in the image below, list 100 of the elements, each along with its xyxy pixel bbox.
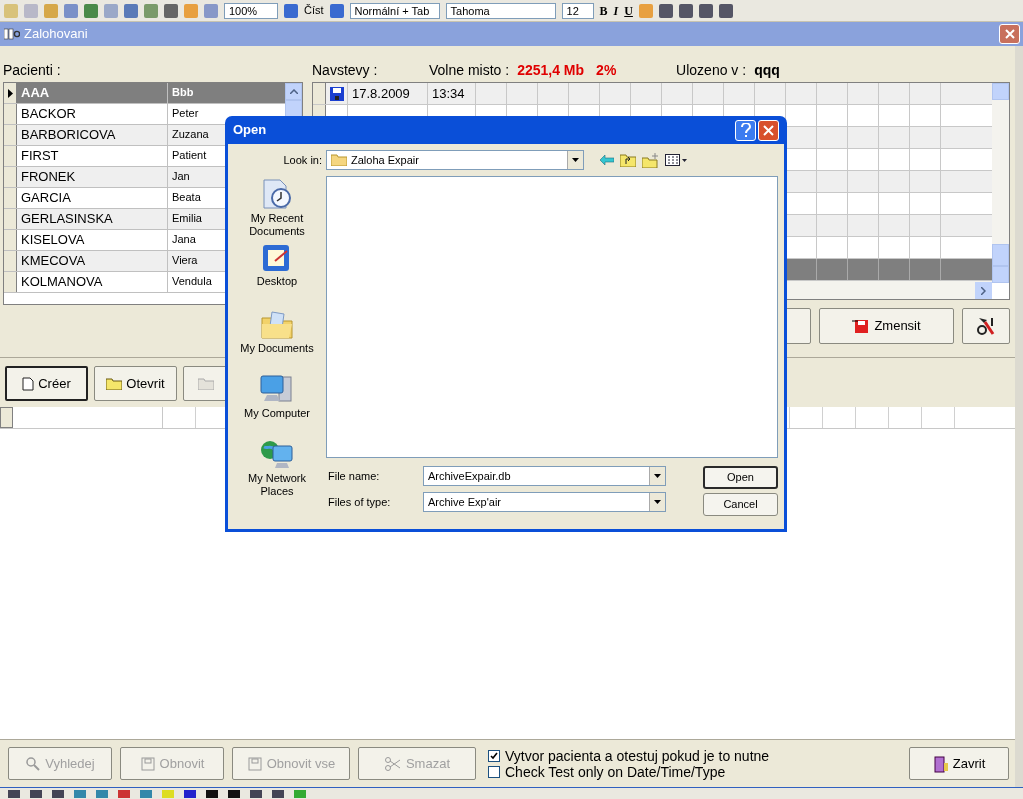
look-in-value: Zaloha Expair xyxy=(351,152,420,168)
file-type-dropdown[interactable]: Archive Exp'air xyxy=(423,492,666,512)
places-item[interactable]: My Documents xyxy=(232,308,322,373)
new-folder-icon[interactable] xyxy=(642,152,659,168)
format-button[interactable]: I xyxy=(613,1,619,20)
align-icon[interactable] xyxy=(678,3,693,18)
toolbar-icon[interactable] xyxy=(250,789,262,798)
table-cell: BACKOR xyxy=(17,104,168,124)
toolbar-button[interactable]: Créer xyxy=(5,366,88,401)
dropdown-arrow-icon[interactable] xyxy=(572,158,579,162)
free-space-percent: 2% xyxy=(596,61,618,80)
dropdown-arrow-icon[interactable] xyxy=(654,474,661,478)
folder-icon xyxy=(331,154,347,166)
font-dropdown[interactable]: Tahoma xyxy=(445,2,556,19)
folder-icon xyxy=(260,308,294,340)
folder-up-icon[interactable] xyxy=(620,153,636,167)
table-cell: 13:34 xyxy=(428,83,476,104)
look-in-dropdown[interactable]: Zaloha Expair xyxy=(326,150,584,170)
first-name: Peter xyxy=(172,107,199,119)
patients-label: Pacienti : xyxy=(3,61,62,80)
first-name: Patient xyxy=(172,149,207,161)
exit-door-icon xyxy=(932,754,949,773)
shrink-button[interactable]: Zmensit xyxy=(819,308,954,344)
help-button[interactable] xyxy=(735,119,756,141)
saved-in-label: Ulozeno v : xyxy=(676,61,747,80)
toolbar-icon[interactable] xyxy=(52,789,64,798)
dropdown-arrow-icon[interactable] xyxy=(654,500,661,504)
first-name: Viera xyxy=(172,254,198,266)
places-item[interactable]: My Computer xyxy=(232,373,322,438)
tools-icon xyxy=(975,315,997,337)
toolbar-icon[interactable] xyxy=(206,789,218,798)
tools-button[interactable] xyxy=(962,308,1010,344)
toolbar-icon[interactable] xyxy=(8,789,20,798)
checkbox[interactable] xyxy=(488,749,500,762)
checkbox-label: Vytvor pacienta a otestuj pokud je to nutne xyxy=(505,747,770,764)
table-cell: FIRST xyxy=(17,146,168,166)
cancel-button[interactable]: Cancel xyxy=(703,493,778,516)
close-button[interactable] xyxy=(758,119,779,141)
magnifier-icon xyxy=(25,755,42,772)
first-name: Jan xyxy=(172,170,190,182)
close-button[interactable]: Zavrit xyxy=(909,747,1009,780)
toolbar-icon[interactable] xyxy=(228,789,240,798)
scrollbar[interactable] xyxy=(992,83,1009,283)
table-cell: KISELOVA xyxy=(17,230,168,250)
checkbox[interactable] xyxy=(488,765,500,778)
format-button[interactable]: B xyxy=(599,1,608,20)
folder-icon xyxy=(198,377,214,390)
patient-row[interactable]: AAA Bbb xyxy=(4,83,285,104)
row-header[interactable] xyxy=(313,83,326,104)
style-dropdown[interactable]: Normální + Tab xyxy=(349,2,440,19)
toolbar-icon[interactable] xyxy=(184,789,196,798)
file-type-label: Files of type: xyxy=(327,494,392,510)
table-cell: AAA xyxy=(17,83,168,103)
view-menu-icon[interactable] xyxy=(665,154,687,166)
scroll-up-icon[interactable] xyxy=(289,89,298,94)
first-name: Vendula xyxy=(172,275,212,287)
table-cell: KMECOVA xyxy=(17,251,168,271)
table-cell: KOLMANOVA xyxy=(17,272,168,292)
close-icon xyxy=(763,124,774,136)
visits-label: Navstevy : xyxy=(312,61,379,80)
help-icon[interactable] xyxy=(284,3,298,18)
format-button[interactable]: U xyxy=(624,1,633,20)
free-space-label: Volne misto : xyxy=(429,61,510,80)
network-computer-icon xyxy=(259,438,295,470)
checkbox-label: Check Test only on Date/Time/Type xyxy=(505,763,726,780)
visit-row[interactable]: 17.8.2009 13:34 xyxy=(313,83,992,105)
first-name: Beata xyxy=(172,191,201,203)
first-name: Zuzana xyxy=(172,128,209,140)
document-clock-icon xyxy=(260,178,294,210)
app-icon xyxy=(4,28,20,40)
dropdown[interactable]: 100% xyxy=(224,2,278,19)
folder-icon xyxy=(106,377,123,390)
toolbar-icon[interactable] xyxy=(30,789,42,798)
align-icon[interactable] xyxy=(658,3,673,18)
window-title: Zalohovani xyxy=(24,25,88,44)
file-name-field[interactable]: ArchiveExpair.db xyxy=(423,466,666,486)
row-header[interactable] xyxy=(0,407,13,428)
back-arrow-icon[interactable] xyxy=(600,155,614,165)
scroll-right-icon[interactable] xyxy=(981,286,986,295)
first-name: Emilia xyxy=(172,212,202,224)
read-button[interactable]: Číst xyxy=(304,2,324,19)
close-button[interactable] xyxy=(999,24,1020,44)
open-button[interactable]: Open xyxy=(703,466,778,489)
table-cell: GERLASINSKA xyxy=(17,209,168,229)
toolbar-icon[interactable] xyxy=(272,789,284,798)
scissors-icon xyxy=(383,755,402,772)
look-in-label: Look in: xyxy=(282,152,323,168)
first-name: Jana xyxy=(172,233,196,245)
places-item[interactable]: My Network Places xyxy=(232,438,322,503)
document-icon xyxy=(22,376,35,391)
close-icon xyxy=(1004,29,1015,39)
current-row-icon xyxy=(7,88,13,98)
help-icon xyxy=(740,123,751,137)
toolbar-button[interactable]: Otevrit xyxy=(94,366,177,401)
align-icon[interactable] xyxy=(698,3,713,18)
scroll-thumb[interactable] xyxy=(992,244,1009,266)
size-dropdown[interactable]: 12 xyxy=(561,2,594,19)
list-icon[interactable] xyxy=(718,3,733,18)
saved-in-value: qqq xyxy=(754,61,780,80)
free-space-value: 2251,4 Mb xyxy=(517,61,585,80)
